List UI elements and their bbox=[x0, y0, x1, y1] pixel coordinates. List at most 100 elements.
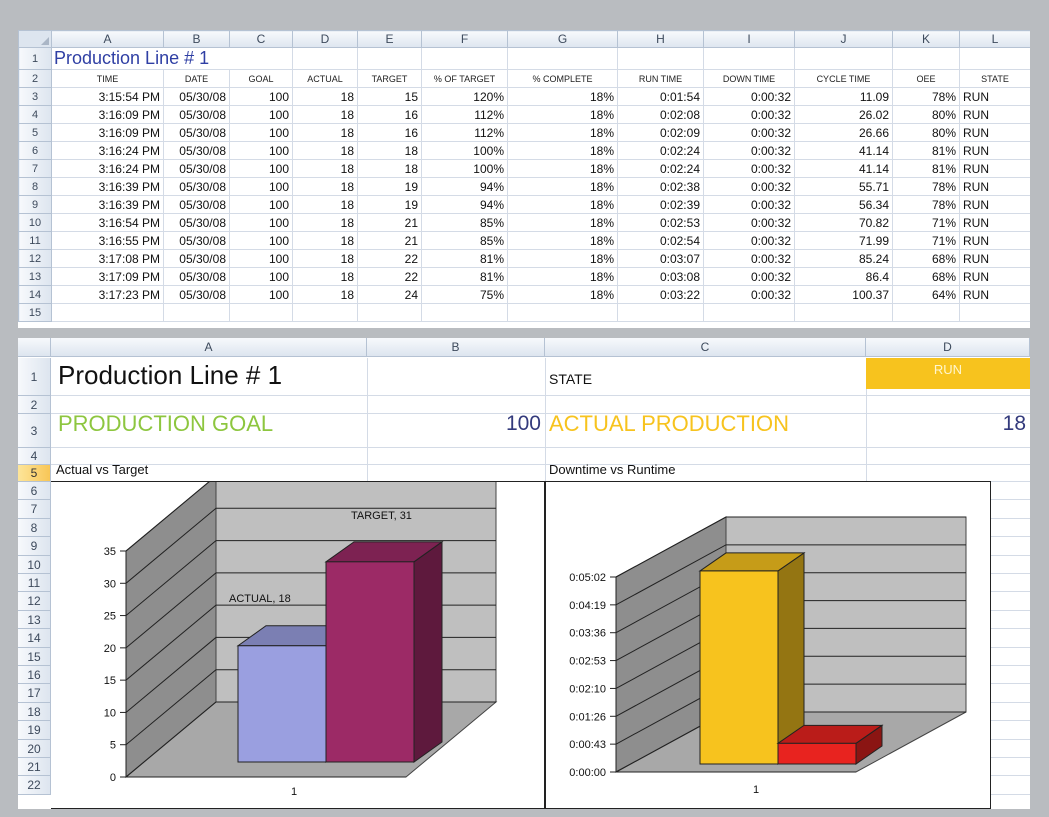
row-header[interactable]: 3 bbox=[18, 87, 52, 106]
data-cell[interactable]: 78% bbox=[892, 195, 960, 214]
data-cell[interactable]: 18 bbox=[292, 195, 358, 214]
data-cell[interactable]: RUN bbox=[959, 141, 1030, 160]
empty-cell[interactable] bbox=[959, 47, 1030, 70]
column-header-c[interactable]: C bbox=[229, 30, 293, 48]
data-cell[interactable]: 0:00:32 bbox=[703, 213, 795, 232]
empty-cell[interactable] bbox=[507, 47, 618, 70]
row-header[interactable]: 18 bbox=[18, 702, 51, 722]
data-cell[interactable]: 94% bbox=[421, 177, 508, 196]
column-header-f[interactable]: F bbox=[421, 30, 508, 48]
empty-cell[interactable] bbox=[229, 303, 293, 322]
empty-cell[interactable] bbox=[703, 303, 795, 322]
data-cell[interactable]: 81% bbox=[892, 159, 960, 178]
row-header[interactable]: 15 bbox=[18, 647, 51, 666]
data-cell[interactable]: 18% bbox=[507, 141, 618, 160]
data-cell[interactable]: 70.82 bbox=[794, 213, 893, 232]
data-cell[interactable]: 16 bbox=[357, 123, 422, 142]
data-cell[interactable]: 0:02:38 bbox=[617, 177, 704, 196]
data-cell[interactable]: 120% bbox=[421, 87, 508, 106]
chart-actual-vs-target[interactable]: 0 5 10 15 20 25 30 35 ACTUAL, 18 TARGET, 31 1 bbox=[51, 481, 545, 809]
row-header[interactable]: 1 bbox=[18, 47, 52, 70]
data-cell[interactable]: 56.34 bbox=[794, 195, 893, 214]
row-header[interactable]: 2 bbox=[18, 69, 52, 88]
data-cell[interactable]: 3:16:09 PM bbox=[51, 105, 164, 124]
data-cell[interactable]: 71.99 bbox=[794, 231, 893, 250]
column-header-k[interactable]: K bbox=[892, 30, 960, 48]
data-cell[interactable]: 21 bbox=[357, 213, 422, 232]
header-cell[interactable]: STATE bbox=[959, 69, 1030, 88]
column-header-d[interactable]: D bbox=[866, 338, 1030, 357]
data-cell[interactable]: 3:16:39 PM bbox=[51, 195, 164, 214]
data-cell[interactable]: 22 bbox=[357, 267, 422, 286]
data-cell[interactable]: 18% bbox=[507, 123, 618, 142]
data-cell[interactable]: 3:17:09 PM bbox=[51, 267, 164, 286]
empty-cell[interactable] bbox=[617, 303, 704, 322]
data-cell[interactable]: RUN bbox=[959, 213, 1030, 232]
data-cell[interactable]: RUN bbox=[959, 267, 1030, 286]
column-header-g[interactable]: G bbox=[507, 30, 618, 48]
data-cell[interactable]: 100 bbox=[229, 285, 293, 304]
data-cell[interactable]: 0:00:32 bbox=[703, 177, 795, 196]
data-cell[interactable]: 05/30/08 bbox=[163, 141, 230, 160]
empty-cell[interactable] bbox=[51, 303, 164, 322]
column-header-j[interactable]: J bbox=[794, 30, 893, 48]
data-cell[interactable]: RUN bbox=[959, 105, 1030, 124]
data-cell[interactable]: 05/30/08 bbox=[163, 267, 230, 286]
row-header[interactable]: 20 bbox=[18, 739, 51, 758]
data-cell[interactable]: 18 bbox=[292, 249, 358, 268]
data-cell[interactable]: 100 bbox=[229, 213, 293, 232]
data-cell[interactable]: 0:00:32 bbox=[703, 105, 795, 124]
data-cell[interactable]: 18 bbox=[292, 105, 358, 124]
row-header[interactable]: 7 bbox=[18, 159, 52, 178]
data-cell[interactable]: 0:00:32 bbox=[703, 87, 795, 106]
row-header[interactable]: 2 bbox=[18, 396, 51, 414]
data-cell[interactable]: 18 bbox=[292, 123, 358, 142]
data-cell[interactable]: 3:16:09 PM bbox=[51, 123, 164, 142]
data-cell[interactable]: 3:16:24 PM bbox=[51, 159, 164, 178]
data-cell[interactable]: RUN bbox=[959, 123, 1030, 142]
data-cell[interactable]: 0:00:32 bbox=[703, 249, 795, 268]
data-cell[interactable]: 18 bbox=[292, 267, 358, 286]
data-cell[interactable]: 55.71 bbox=[794, 177, 893, 196]
row-header[interactable]: 16 bbox=[18, 666, 51, 685]
data-cell[interactable]: 0:02:24 bbox=[617, 141, 704, 160]
data-cell[interactable]: 18% bbox=[507, 159, 618, 178]
data-cell[interactable]: 3:16:24 PM bbox=[51, 141, 164, 160]
data-cell[interactable]: 100 bbox=[229, 177, 293, 196]
data-cell[interactable]: 100.37 bbox=[794, 285, 893, 304]
row-header[interactable]: 8 bbox=[18, 177, 52, 196]
data-cell[interactable]: 3:16:54 PM bbox=[51, 213, 164, 232]
data-cell[interactable]: 18% bbox=[507, 285, 618, 304]
data-cell[interactable]: 0:00:32 bbox=[703, 285, 795, 304]
data-cell[interactable]: 22 bbox=[357, 249, 422, 268]
row-header[interactable]: 13 bbox=[18, 267, 52, 286]
row-header[interactable]: 13 bbox=[18, 610, 51, 630]
header-cell[interactable]: OEE bbox=[892, 69, 960, 88]
data-cell[interactable]: RUN bbox=[959, 195, 1030, 214]
row-header[interactable]: 5 bbox=[18, 465, 51, 482]
row-header[interactable]: 8 bbox=[18, 518, 51, 538]
row-header[interactable]: 21 bbox=[18, 758, 51, 777]
data-cell[interactable]: 68% bbox=[892, 249, 960, 268]
select-all-corner[interactable] bbox=[18, 338, 51, 357]
data-cell[interactable]: 68% bbox=[892, 267, 960, 286]
data-cell[interactable]: 100% bbox=[421, 141, 508, 160]
data-cell[interactable]: 21 bbox=[357, 231, 422, 250]
data-cell[interactable]: 05/30/08 bbox=[163, 249, 230, 268]
data-cell[interactable]: 0:02:24 bbox=[617, 159, 704, 178]
data-cell[interactable]: 71% bbox=[892, 213, 960, 232]
data-cell[interactable]: 0:02:39 bbox=[617, 195, 704, 214]
data-cell[interactable]: 0:02:53 bbox=[617, 213, 704, 232]
row-header[interactable]: 14 bbox=[18, 629, 51, 648]
row-header[interactable]: 22 bbox=[18, 776, 51, 795]
data-cell[interactable]: 15 bbox=[357, 87, 422, 106]
empty-cell[interactable] bbox=[892, 303, 960, 322]
column-header-c[interactable]: C bbox=[545, 338, 866, 357]
data-cell[interactable]: 05/30/08 bbox=[163, 87, 230, 106]
empty-cell[interactable] bbox=[703, 47, 795, 70]
row-header[interactable]: 10 bbox=[18, 213, 52, 232]
data-cell[interactable]: 18 bbox=[292, 213, 358, 232]
header-cell[interactable]: CYCLE TIME bbox=[794, 69, 893, 88]
data-cell[interactable]: 112% bbox=[421, 123, 508, 142]
data-cell[interactable]: 18% bbox=[507, 195, 618, 214]
